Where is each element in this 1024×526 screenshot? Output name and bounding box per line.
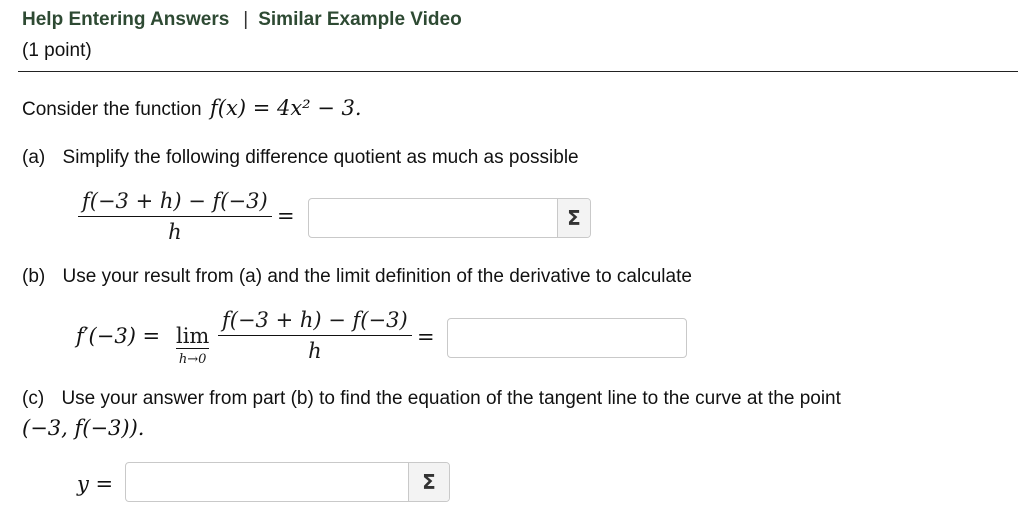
part-a-denominator: h — [168, 220, 182, 244]
part-c-prompt: Use your answer from part (b) to find th… — [61, 388, 841, 409]
part-a-numerator: f(−3 + h) − f(−3) — [82, 189, 268, 213]
part-c-answer-input[interactable] — [126, 463, 408, 501]
similar-example-video-link[interactable]: Similar Example Video — [258, 9, 461, 30]
part-b-limit: lim h→0 — [176, 324, 210, 367]
part-b-numerator: f(−3 + h) − f(−3) — [222, 308, 408, 332]
part-b-equals: = — [417, 325, 435, 349]
part-b-denominator: h — [308, 339, 322, 363]
intro-line: Consider the function f(x) = 4x² − 3. — [22, 96, 362, 121]
part-c-point: (−3, f(−3)). — [22, 416, 145, 440]
part-b-lim-word: lim — [176, 324, 210, 349]
part-b-prompt: Use your result from (a) and the limit d… — [62, 266, 692, 287]
part-b-label: (b) — [22, 266, 46, 287]
part-b-prompt-line: (b) Use your result from (a) and the lim… — [22, 266, 692, 288]
part-b-fraction: f(−3 + h) − f(−3) h — [218, 308, 412, 363]
part-a-answer-field: Σ — [308, 198, 591, 238]
intro-text: Consider the function — [22, 99, 202, 120]
header-links: Help Entering Answers | Similar Example Vi… — [22, 9, 462, 31]
part-a-label: (a) — [22, 147, 46, 168]
part-b-lim-subscript: h→0 — [178, 352, 207, 367]
intro-function: f(x) = 4x² − 3. — [210, 96, 362, 120]
part-a-equation-editor-button[interactable]: Σ — [557, 199, 590, 237]
part-a-fraction: f(−3 + h) − f(−3) h — [78, 189, 272, 244]
part-c-prompt-line: (c) Use your answer from part (b) to fin… — [22, 388, 841, 410]
part-c-lhs: y = — [77, 472, 114, 496]
part-a-prompt: Simplify the following difference quotie… — [62, 147, 579, 168]
part-b-answer-input[interactable] — [448, 319, 686, 357]
part-a-prompt-line: (a) Simplify the following difference qu… — [22, 147, 579, 169]
part-b-answer-field: Σ — [447, 318, 687, 358]
part-a-answer-input[interactable] — [309, 199, 557, 237]
header-divider — [18, 71, 1018, 72]
header-separator: | — [243, 9, 249, 30]
part-c-label: (c) — [22, 388, 45, 409]
part-c-equation-editor-button[interactable]: Σ — [408, 463, 449, 501]
help-entering-answers-link[interactable]: Help Entering Answers — [22, 9, 229, 30]
part-c-answer-field: Σ — [125, 462, 450, 502]
part-a-equals: = — [277, 204, 295, 228]
part-b-lhs: f′(−3) = — [76, 324, 161, 348]
points-label: (1 point) — [22, 40, 92, 61]
